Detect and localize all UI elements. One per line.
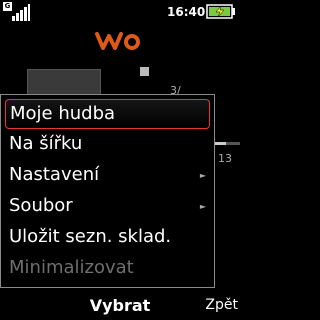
menu-item-label: Nastavení [9,164,100,185]
status-bar: G 16:40 [0,0,240,24]
submenu-arrow-icon: ► [199,202,206,211]
menu-item-soubor[interactable]: Soubor ► [5,192,210,222]
menu-item-label: Uložit sezn. sklad. [9,226,172,247]
options-menu: Moje hudba Na šířku Nastavení ► Soubor ►… [0,94,215,288]
progress-bar [215,142,240,145]
stop-icon [140,67,149,76]
walkman-logo-icon [95,32,140,50]
menu-item-label: Moje hudba [10,103,116,124]
menu-item-nastaveni[interactable]: Nastavení ► [5,161,210,191]
menu-item-label: Na šířku [9,133,83,154]
menu-item-minimalizovat: Minimalizovat [5,254,210,284]
menu-item-moje-hudba[interactable]: Moje hudba [5,99,210,129]
battery-charging-icon [206,4,235,19]
menu-item-label: Soubor [9,195,73,216]
softkey-bar: Vybrat Zpět [0,294,240,320]
clock: 16:40 [167,5,206,19]
elapsed-time: 13 [218,152,232,165]
network-type-indicator: G [3,2,12,11]
menu-item-ulozit-seznam[interactable]: Uložit sezn. sklad. [5,223,210,253]
menu-item-na-sirku[interactable]: Na šířku [5,130,210,160]
back-softkey[interactable]: Zpět [205,297,238,313]
select-softkey[interactable]: Vybrat [0,296,240,315]
menu-item-label: Minimalizovat [9,257,134,278]
progress-fill [215,142,227,145]
submenu-arrow-icon: ► [199,171,206,180]
